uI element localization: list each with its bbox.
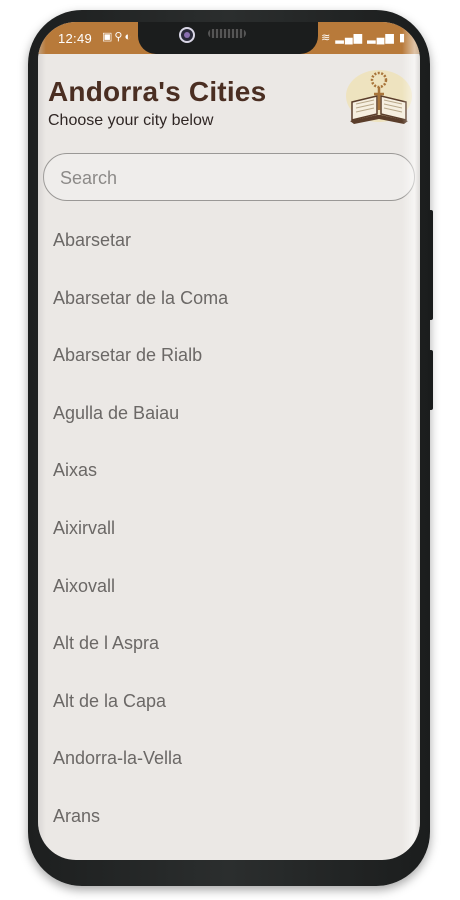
camera-notch xyxy=(138,22,318,54)
city-item-abarsetar[interactable]: Abarsetar xyxy=(38,212,420,270)
city-item-agulla-de-baiau[interactable]: Agulla de Baiau xyxy=(38,385,420,443)
volume-button xyxy=(428,210,433,320)
power-button xyxy=(428,350,433,410)
gallery-icon: ▣ xyxy=(102,31,115,43)
status-left-icons: ▣⚲◐ xyxy=(102,30,133,43)
front-camera-icon xyxy=(179,27,195,43)
city-item-abarsetar-de-rialb[interactable]: Abarsetar de Rialb xyxy=(38,327,420,385)
city-item-alt-de-la-capa[interactable]: Alt de la Capa xyxy=(38,673,420,731)
city-item-abarsetar-de-la-coma[interactable]: Abarsetar de la Coma xyxy=(38,270,420,328)
status-right-icons: ✕ ≋ ▂▄▆ ▂▄▆ ▮ xyxy=(307,31,406,44)
city-item-aixirvall[interactable]: Aixirvall xyxy=(38,500,420,558)
phone-screen: 12:49 ▣⚲◐ ✕ ≋ ▂▄▆ ▂▄▆ ▮ Andorra's Cities… xyxy=(38,22,420,860)
city-item-aixas[interactable]: Aixas xyxy=(38,442,420,500)
city-item-andorra-la-vella[interactable]: Andorra-la-Vella xyxy=(38,730,420,788)
book-with-rosary-icon xyxy=(346,70,412,124)
battery-icon: ▮ xyxy=(398,32,406,44)
app-header: Andorra's Cities Choose your city below xyxy=(38,54,420,144)
status-time: 12:49 xyxy=(58,31,93,46)
sync-icon: ◐ xyxy=(124,31,134,43)
search-input[interactable] xyxy=(58,154,402,202)
page-subtitle: Choose your city below xyxy=(48,112,214,129)
city-item-aixovall[interactable]: Aixovall xyxy=(38,558,420,616)
signal-icon: ▂▄▆ xyxy=(335,32,364,44)
signal-icon: ▂▄▆ xyxy=(367,32,395,44)
city-item-arans[interactable]: Arans xyxy=(38,788,420,846)
search-box[interactable] xyxy=(43,153,415,202)
city-list: Abarsetar Abarsetar de la Coma Abarsetar… xyxy=(38,212,420,846)
earpiece-speaker-icon xyxy=(208,29,246,38)
page-title: Andorra's Cities xyxy=(48,76,267,107)
wifi-icon: ≋ xyxy=(321,32,332,44)
city-item-alt-de-l-aspra[interactable]: Alt de l Aspra xyxy=(38,615,420,673)
usb-icon: ⚲ xyxy=(114,31,125,43)
